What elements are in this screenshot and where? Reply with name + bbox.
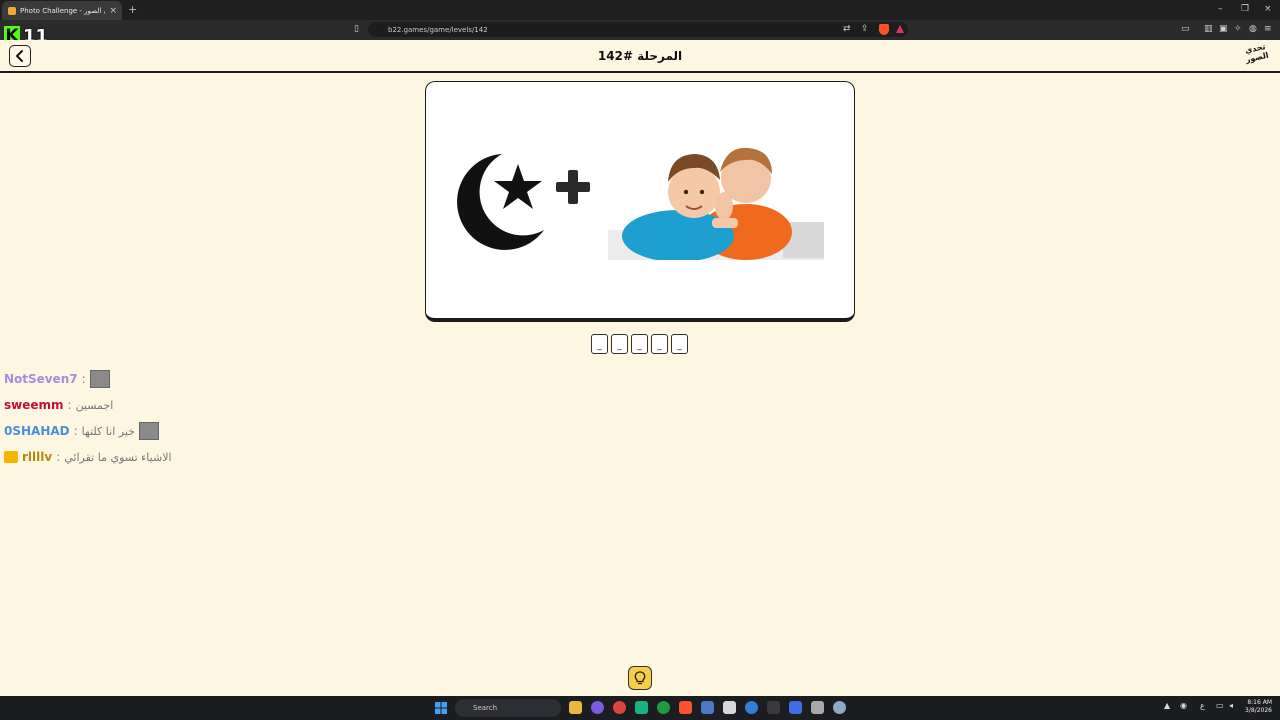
back-button[interactable] [9,45,31,67]
tab-close-icon[interactable]: × [109,6,117,16]
file-explorer-icon[interactable] [569,701,582,714]
answer-slot[interactable]: _ [611,334,628,354]
maximize-button[interactable]: ❐ [1241,4,1249,14]
browser-tab-bar [0,0,1280,20]
answer-slots: _ _ _ _ _ [591,334,688,354]
address-bar[interactable]: b22.games/game/levels/142 [368,22,908,37]
minimize-button[interactable]: – [1218,4,1223,14]
chat-username: 0SHAHAD [4,424,70,438]
chat-text: الاشياء تسوي ما تقرائي [64,450,172,464]
chat-separator: : [73,424,78,438]
wallet-icon[interactable]: ▣ [1219,24,1228,34]
lightbulb-icon [634,671,646,685]
app-icon[interactable] [635,701,648,714]
language-indicator[interactable]: ع [1200,701,1205,710]
brave-taskbar-icon[interactable] [679,701,692,714]
answer-slot[interactable]: _ [591,334,608,354]
level-title: المرحلة #142 [597,49,683,63]
security-icon[interactable] [701,701,714,714]
clock-date: 3/8/2026 [1245,707,1272,714]
edge-icon[interactable] [745,701,758,714]
bookmark-icon[interactable]: ▯ [354,24,359,34]
chat-separator: : [67,398,72,412]
brave-rewards-icon[interactable] [896,25,904,33]
settings-icon[interactable] [833,701,846,714]
chat-separator: : [56,450,61,464]
hint-button[interactable] [628,666,652,690]
crown-badge-icon [4,451,18,463]
discord-icon[interactable] [591,701,604,714]
new-tab-button[interactable]: + [128,3,137,16]
menu-icon[interactable]: ≡ [1264,24,1272,34]
chat-username: rllllv [22,450,53,464]
chat-text: اجمسين [75,398,114,412]
plus-icon [556,170,590,204]
tray-overflow-icon[interactable]: ▲ [1164,701,1170,710]
close-window-button[interactable]: × [1264,4,1272,14]
reader-mode-icon[interactable]: ▭ [1181,24,1190,34]
site-favicon-icon [8,6,16,15]
chat-username: NotSeven7 [4,372,78,386]
taskbar-search[interactable]: Search [455,699,561,717]
chat-message: sweemm : اجمسين [4,392,304,418]
chat-username: sweemm [4,398,64,412]
chrome-icon[interactable] [613,701,626,714]
answer-slot[interactable]: _ [631,334,648,354]
puzzle-card [425,81,855,322]
answer-slot[interactable]: _ [651,334,668,354]
stream-chat-overlay: NotSeven7 : sweemm : اجمسين 0SHAHAD : خي… [4,366,304,470]
network-icon[interactable]: ▭ [1216,701,1224,710]
windows-start-icon[interactable] [435,702,447,714]
share-icon[interactable]: ⇪ [861,24,869,34]
vpn-icon[interactable]: ◍ [1249,24,1257,34]
extensions-icon[interactable]: ✧ [1234,24,1242,34]
chat-message: NotSeven7 : [4,366,304,392]
chat-text: خير انا كلتها [81,424,135,438]
xbox-icon[interactable] [657,701,670,714]
brave-shield-icon[interactable] [879,24,889,35]
url-text: b22.games/game/levels/142 [388,25,488,34]
app-icon[interactable] [723,701,736,714]
app-icon[interactable] [811,701,824,714]
taskbar-clock[interactable]: 8:16 AM 3/8/2026 [1242,699,1272,715]
taskbar-search-label: Search [473,704,498,712]
microphone-icon[interactable]: ◉ [1180,701,1187,710]
chat-separator: : [81,372,86,386]
chevron-left-icon [16,50,23,62]
epic-games-icon[interactable] [767,701,780,714]
two-boys-whispering-photo [608,147,824,260]
crescent-and-star-icon [457,154,544,250]
browser-tab[interactable]: Photo Challenge - تحدي الصور × [2,1,122,20]
chat-emote-icon [138,422,159,440]
chat-emote-icon [89,370,110,388]
answer-slot[interactable]: _ [671,334,688,354]
clock-time: 8:16 AM [1247,699,1272,706]
translate-icon[interactable]: ⇄ [843,24,851,34]
sidebar-icon[interactable]: ▥ [1204,24,1213,34]
volume-icon[interactable]: ◂ [1229,701,1233,710]
chat-message: 0SHAHAD : خير انا كلتها [4,418,304,444]
chat-message: rllllv : الاشياء تسوي ما تقرائي [4,444,304,470]
tab-title: Photo Challenge - تحدي الصور [20,6,105,15]
app-icon[interactable] [789,701,802,714]
